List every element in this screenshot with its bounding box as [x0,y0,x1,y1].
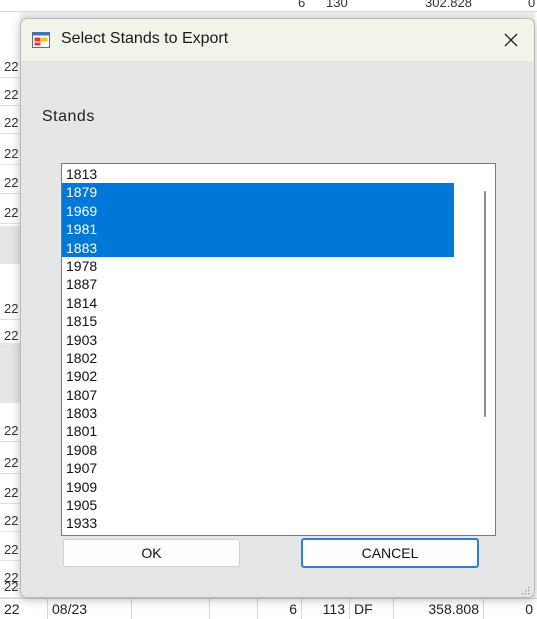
stand-list-item[interactable]: 1883 [62,238,454,257]
bg-cell: 302.828 [425,0,472,10]
bg-cell: 08/23 [48,599,132,619]
bg-row-cell: 22 [0,298,20,320]
bg-row-cell: 22 [0,420,20,442]
stand-list-item[interactable]: 1815 [62,312,454,330]
stand-list-item[interactable]: 1807 [62,386,454,404]
bg-row-cell: 22 [0,452,20,474]
stand-list-item[interactable]: 1909 [62,478,454,496]
stand-list-item[interactable]: 1981 [62,220,454,239]
listbox-scrollbar[interactable] [475,164,495,535]
resize-grip-icon[interactable] [521,586,531,596]
stand-list-item[interactable]: 1907 [62,459,454,477]
select-stands-dialog: Select Stands to Export Stands 1813 1879 1… [20,18,535,598]
bg-cell: 22 [0,599,48,619]
bg-cell: 0 [528,0,536,10]
bg-cell: 6 [258,599,302,619]
bg-cell: 358.808 [394,599,484,619]
background-grid-bottom-row: 22 08/23 6 113 DF 358.808 0 [0,598,537,619]
ok-button[interactable]: OK [63,539,240,567]
bg-row-cell: 22 [0,325,20,347]
dialog-client-area: Stands 1813 1879 1969 1981 1883 1978 1887 1814 1… [21,61,534,597]
scrollbar-thumb[interactable] [484,191,486,417]
bg-cell: 0 [525,601,533,617]
bg-cell: DF [350,599,394,619]
stand-list-item[interactable]: 1802 [62,349,454,367]
bg-cell [210,599,258,619]
stand-list-item[interactable]: 1903 [62,331,454,349]
stands-label: Stands [42,108,95,125]
bg-row-cell: 22 [0,576,20,598]
bg-row-cell: 22 [0,143,20,165]
background-grid-left-column: 22 22 22 22 22 22 22 22 22 22 22 22 22 2… [0,12,20,598]
dialog-title: Select Stands to Export [61,30,229,47]
stand-list-item[interactable]: 1905 [62,496,454,514]
bg-row-cell: 22 [0,172,20,194]
stand-list-item[interactable]: 1879 [62,183,454,202]
bg-cell: 113 [302,599,350,619]
stand-list-item[interactable]: 1801 [62,422,454,440]
bg-row-cell: 22 [0,112,20,134]
bg-row-cell: 22 [0,539,20,561]
bg-row-cell: 22 [0,84,20,106]
stand-list-item[interactable]: 1813 [62,165,454,183]
stand-list-item[interactable]: 1978 [62,257,454,275]
close-button[interactable] [488,19,534,61]
stand-list-item[interactable]: 1814 [62,294,454,312]
stands-list: 1813 1879 1969 1981 1883 1978 1887 1814 1815 1903… [62,165,454,533]
bg-cell [132,599,210,619]
close-icon [504,33,518,47]
bg-cell: 6 [298,0,306,10]
bg-cell: 130 [326,0,348,10]
bg-row-cell: 22 [0,482,20,504]
form-app-icon [32,32,50,48]
stand-list-item[interactable]: 1803 [62,404,454,422]
stand-list-item[interactable]: 1887 [62,275,454,293]
bg-row-cell: 22 [0,56,20,78]
stand-list-item[interactable]: 1908 [62,441,454,459]
background-grid-top-row: 6 130 302.828 0 [0,0,537,12]
cancel-button[interactable]: CANCEL [301,538,479,568]
dialog-titlebar[interactable]: Select Stands to Export [21,19,534,61]
stand-list-item[interactable]: 1969 [62,201,454,221]
bg-row-cell: 22 [0,510,20,532]
stand-list-item[interactable]: 1933 [62,514,454,532]
stands-listbox[interactable]: 1813 1879 1969 1981 1883 1978 1887 1814 1815 1903… [61,163,496,536]
bg-row-cell: 22 [0,202,20,224]
stand-list-item[interactable]: 1902 [62,367,454,385]
